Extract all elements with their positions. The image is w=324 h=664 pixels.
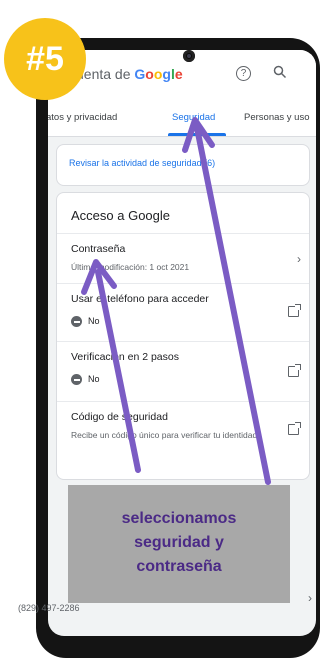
active-tab-indicator (168, 133, 226, 136)
row-two-step[interactable]: Verificación en 2 pasos No (57, 341, 309, 402)
app-bar: uenta de Google ? (48, 50, 316, 100)
recovery-phone: (829) 497-2286 (18, 603, 80, 613)
security-code-title: Código de seguridad (71, 411, 168, 423)
annotation-line: seleccionamos (121, 510, 237, 527)
help-icon[interactable]: ? (236, 66, 251, 81)
front-camera (183, 50, 195, 62)
tab-datos-privacidad[interactable]: atos y privacidad (48, 112, 117, 123)
off-status-icon (71, 316, 82, 327)
google-logo-letter: G (134, 66, 146, 82)
phone-signin-status-text: No (88, 316, 100, 326)
section-title: Acceso a Google (71, 208, 171, 223)
off-status-icon (71, 374, 82, 385)
google-logo-letter: e (174, 66, 183, 82)
password-title: Contraseña (71, 243, 126, 255)
chevron-right-icon: › (297, 252, 301, 266)
tab-seguridad[interactable]: Seguridad (172, 112, 215, 123)
password-last-modified: Última modificación: 1 oct 2021 (71, 262, 190, 272)
app-title: uenta de Google (76, 66, 183, 82)
annotation-text: seleccionamos seguridad y contraseña (68, 507, 290, 579)
google-logo-letter: g (162, 66, 171, 82)
phone-signin-title: Usar el teléfono para acceder (71, 293, 209, 305)
row-password[interactable]: Contraseña Última modificación: 1 oct 20… (57, 233, 309, 284)
annotation-line: contraseña (136, 558, 222, 575)
search-icon[interactable] (273, 65, 287, 79)
row-phone-signin[interactable]: Usar el teléfono para acceder No (57, 283, 309, 342)
tab-bar: atos y privacidad Seguridad Personas y u… (48, 100, 316, 137)
two-step-title: Verificación en 2 pasos (71, 351, 179, 363)
external-link-icon (288, 364, 301, 377)
review-activity-card: Revisar la actividad de seguridad (6) (56, 144, 310, 186)
step-badge: #5 (4, 18, 86, 100)
chevron-right-icon: › (308, 591, 312, 605)
review-activity-link[interactable]: Revisar la actividad de seguridad (6) (69, 158, 215, 168)
two-step-status-text: No (88, 374, 100, 384)
annotation-box: seleccionamos seguridad y contraseña (68, 485, 290, 603)
external-link-icon (288, 422, 301, 435)
signin-section-card: Acceso a Google Contraseña Última modifi… (56, 192, 310, 480)
security-code-description: Recibe un código único para verificar tu… (71, 430, 258, 440)
tab-personas-uso[interactable]: Personas y uso (244, 112, 309, 123)
google-logo: Google (134, 66, 182, 82)
google-logo-letter: o (145, 66, 154, 82)
external-link-icon (288, 304, 301, 317)
row-security-code[interactable]: Código de seguridad Recibe un código úni… (57, 401, 309, 479)
annotation-line: seguridad y (134, 534, 224, 551)
